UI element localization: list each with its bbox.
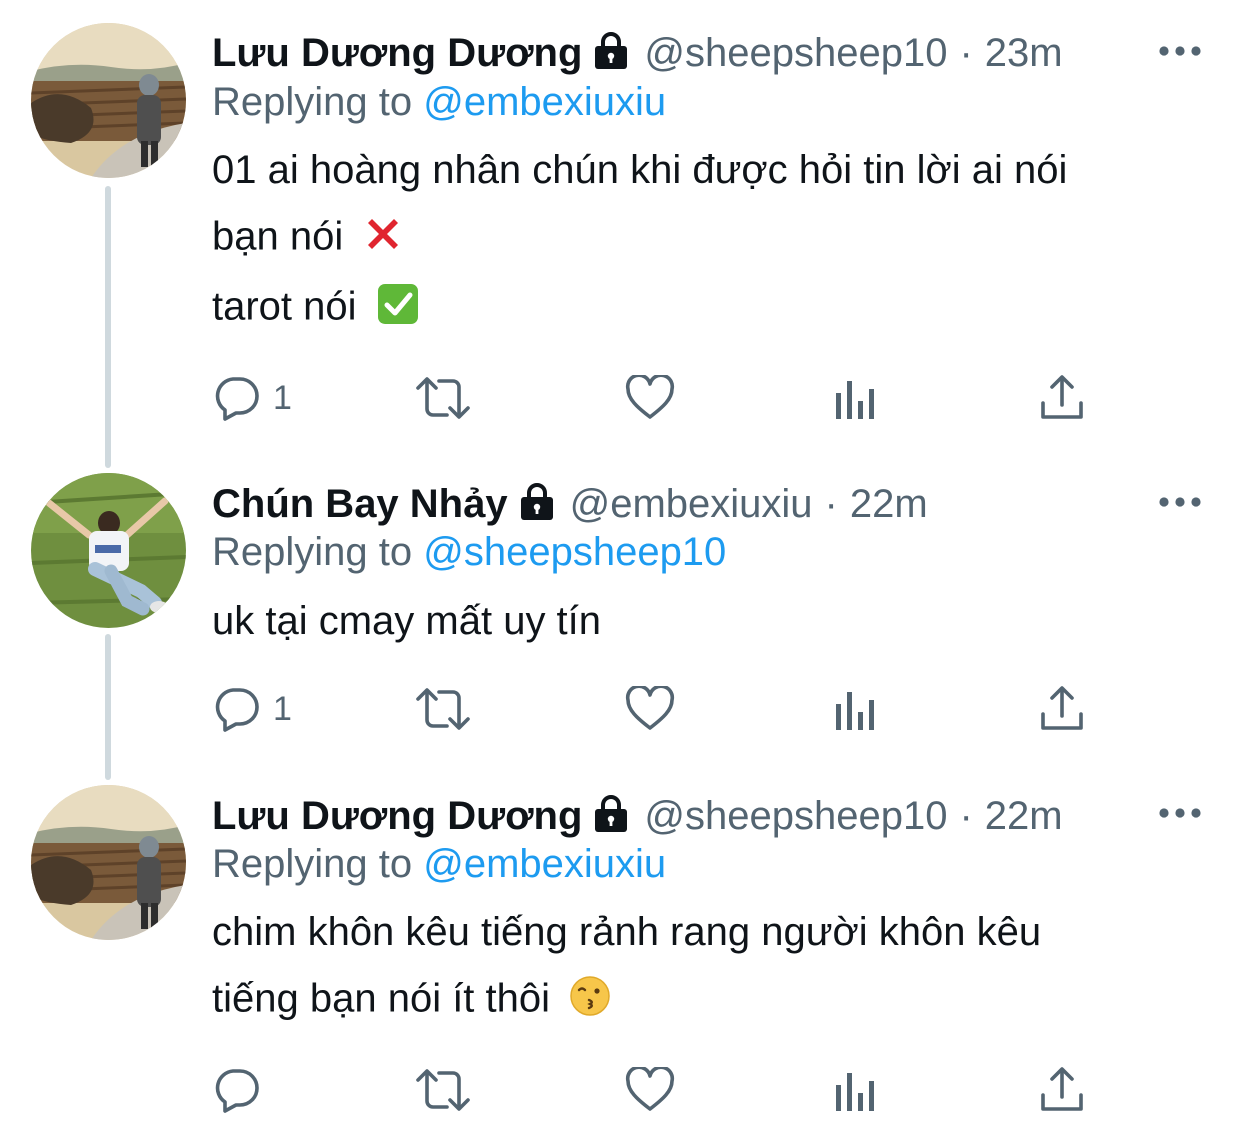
user-handle[interactable]: @sheepsheep10 (644, 31, 947, 76)
share-icon (1041, 375, 1083, 419)
retweet-icon (416, 1069, 470, 1111)
retweet-button[interactable] (415, 373, 471, 423)
tweet-text-fragment: tarot nói (212, 284, 357, 329)
share-icon (1041, 1067, 1083, 1111)
tweet[interactable]: Chún Bay Nhảy @embexiuxiu · 22m Replying… (0, 460, 1242, 780)
timestamp[interactable]: 22m (850, 482, 928, 527)
replying-to: Replying to @sheepsheep10 (212, 530, 726, 575)
more-icon[interactable] (1158, 492, 1202, 512)
reply-button[interactable]: 1 (213, 684, 292, 734)
tweet-text-line: bạn nói (212, 213, 404, 265)
mention-link[interactable]: @sheepsheep10 (423, 530, 726, 574)
separator-dot: · (824, 481, 838, 526)
avatar[interactable] (31, 473, 186, 628)
like-button[interactable] (625, 373, 675, 423)
reply-button[interactable]: 1 (213, 373, 292, 423)
avatar-landscape-person (31, 23, 186, 178)
tweet-text-line: tiếng bạn nói ít thôi (212, 975, 611, 1027)
tweet-text-fragment: tiếng bạn nói ít thôi (212, 976, 551, 1021)
avatar[interactable] (31, 785, 186, 940)
user-handle[interactable]: @sheepsheep10 (644, 794, 947, 839)
check-mark-emoji (376, 282, 420, 336)
share-button[interactable] (1040, 684, 1084, 734)
analytics-icon (836, 1073, 874, 1111)
tweet-text-fragment: bạn nói (212, 214, 344, 259)
separator-dot: · (959, 793, 973, 838)
retweet-icon (416, 688, 470, 730)
heart-icon (625, 1067, 675, 1111)
share-button[interactable] (1040, 1065, 1084, 1115)
mention-link[interactable]: @embexiuxiu (423, 842, 666, 886)
retweet-button[interactable] (415, 684, 471, 734)
reply-icon (215, 688, 259, 732)
tweet-text-line: chim khôn kêu tiếng rảnh rang người khôn… (212, 910, 1042, 954)
avatar-grass-person (31, 473, 186, 628)
tweet[interactable]: Lưu Dương Dương @sheepsheep10 · 23m Repl… (0, 0, 1242, 460)
heart-icon (625, 686, 675, 730)
lock-icon (592, 31, 630, 76)
lock-icon (518, 482, 556, 527)
replying-to-label: Replying to (212, 842, 424, 886)
cross-mark-emoji (362, 213, 404, 265)
reply-count: 1 (273, 689, 292, 728)
replying-to: Replying to @embexiuxiu (212, 842, 666, 887)
more-icon[interactable] (1158, 41, 1202, 61)
replying-to-label: Replying to (212, 530, 424, 574)
tweet-text-line: 01 ai hoàng nhân chún khi được hỏi tin l… (212, 148, 1068, 192)
kissing-face-emoji (569, 975, 611, 1027)
timestamp[interactable]: 22m (985, 794, 1063, 839)
tweet-text-line: uk tại cmay mất uy tín (212, 599, 602, 643)
reply-button[interactable] (213, 1065, 273, 1115)
display-name[interactable]: Lưu Dương Dương (212, 31, 582, 76)
retweet-button[interactable] (415, 1065, 471, 1115)
avatar[interactable] (31, 23, 186, 178)
more-icon[interactable] (1158, 803, 1202, 823)
heart-icon (625, 375, 675, 419)
share-button[interactable] (1040, 373, 1084, 423)
mention-link[interactable]: @embexiuxiu (423, 80, 666, 124)
display-name[interactable]: Chún Bay Nhảy (212, 482, 508, 527)
analytics-button[interactable] (834, 373, 878, 423)
display-name[interactable]: Lưu Dương Dương (212, 794, 582, 839)
reply-icon (215, 1069, 259, 1113)
analytics-icon (836, 692, 874, 730)
separator-dot: · (959, 30, 973, 75)
reply-count: 1 (273, 378, 292, 417)
analytics-button[interactable] (834, 684, 878, 734)
like-button[interactable] (625, 1065, 675, 1115)
tweet[interactable]: Lưu Dương Dương @sheepsheep10 · 22m Repl… (0, 780, 1242, 1136)
reply-icon (215, 377, 259, 421)
lock-icon (592, 794, 630, 839)
tweet-text-line: tarot nói (212, 282, 420, 336)
user-handle[interactable]: @embexiuxiu (570, 482, 813, 527)
avatar-landscape-person (31, 785, 186, 940)
replying-to-label: Replying to (212, 80, 424, 124)
replying-to: Replying to @embexiuxiu (212, 80, 666, 125)
analytics-button[interactable] (834, 1065, 878, 1115)
retweet-icon (416, 377, 470, 419)
like-button[interactable] (625, 684, 675, 734)
analytics-icon (836, 381, 874, 419)
share-icon (1041, 686, 1083, 730)
timestamp[interactable]: 23m (985, 31, 1063, 76)
